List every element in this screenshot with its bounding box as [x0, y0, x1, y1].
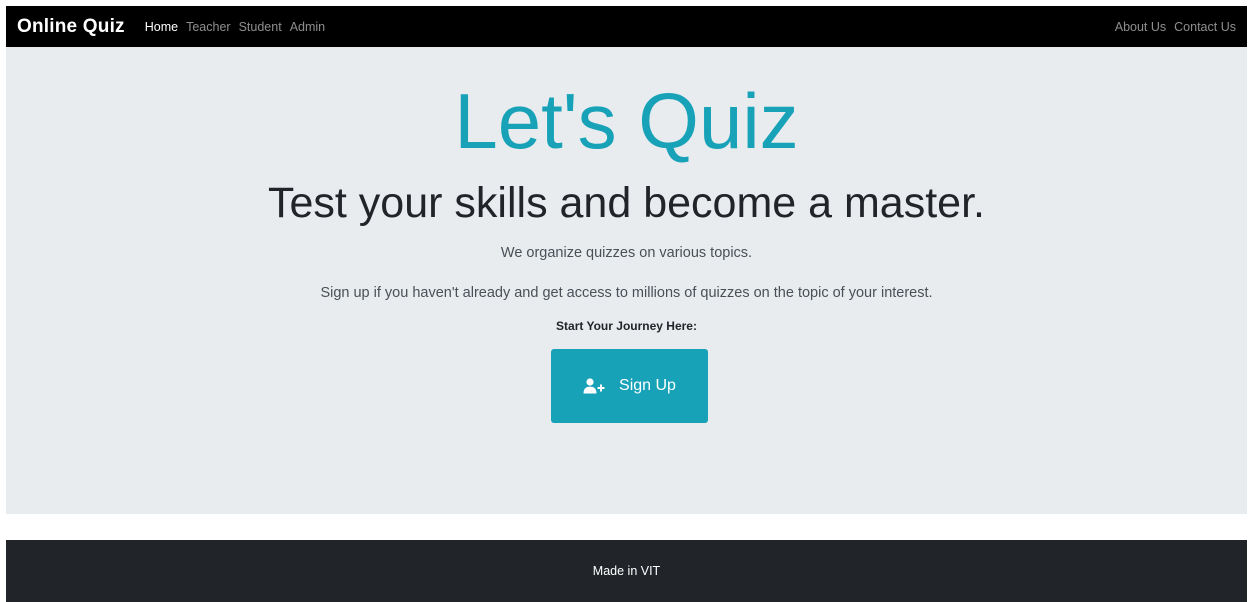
journey-label: Start Your Journey Here:: [556, 319, 697, 333]
hero-subtitle: Test your skills and become a master.: [268, 179, 985, 227]
nav-link-contact-us[interactable]: Contact Us: [1174, 20, 1236, 34]
signup-button[interactable]: Sign Up: [551, 349, 708, 423]
nav-link-home[interactable]: Home: [145, 20, 178, 34]
page-footer: Made in VIT: [6, 540, 1247, 602]
nav-link-admin[interactable]: Admin: [290, 20, 325, 34]
nav-link-about-us[interactable]: About Us: [1115, 20, 1166, 34]
signup-button-label: Sign Up: [619, 377, 676, 394]
nav-link-teacher[interactable]: Teacher: [186, 20, 230, 34]
hero-jumbotron: Let's Quiz Test your skills and become a…: [6, 47, 1247, 514]
nav-link-student[interactable]: Student: [239, 20, 282, 34]
nav-right-links: About Us Contact Us: [1115, 20, 1236, 34]
top-navbar: Online Quiz Home Teacher Student Admin A…: [6, 6, 1247, 47]
brand-logo[interactable]: Online Quiz: [17, 16, 125, 38]
hero-title: Let's Quiz: [454, 77, 799, 165]
hero-lead-text: We organize quizzes on various topics.: [500, 245, 753, 261]
footer-text: Made in VIT: [592, 564, 661, 578]
nav-left-links: Home Teacher Student Admin: [145, 20, 333, 34]
hero-signup-prompt: Sign up if you haven't already and get a…: [320, 285, 933, 301]
user-plus-icon: [583, 378, 605, 394]
